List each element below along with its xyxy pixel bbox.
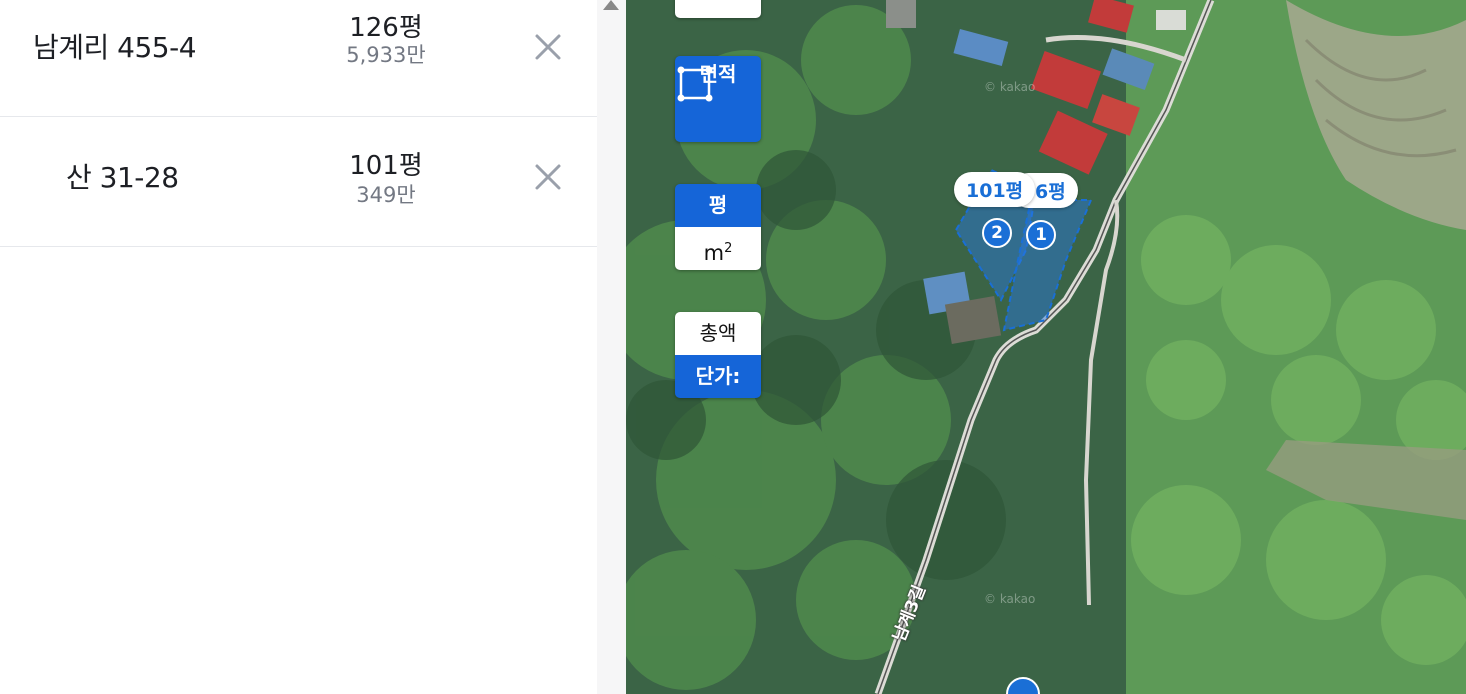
remove-item-button[interactable] <box>528 157 568 197</box>
area-measure-icon <box>677 66 713 102</box>
parcel-list-panel: 남계리 455-4 126평 5,933만 산 31-28 101평 349만 <box>0 0 597 694</box>
parcel-price: 5,933만 <box>346 43 426 67</box>
parcel-address: 남계리 455-4 <box>33 31 197 64</box>
parcel-area-label[interactable]: 101평 <box>954 172 1036 207</box>
satellite-map[interactable]: © kakao © kakao 6평 101평 2 1 남계3길 면적 평 m2… <box>626 0 1466 694</box>
area-measure-button[interactable]: 면적 <box>675 56 761 142</box>
unit-pyeong-button[interactable]: 평 <box>675 184 761 227</box>
parcel-number-marker[interactable]: 1 <box>1026 220 1056 250</box>
unit-toggle[interactable]: 평 m2 <box>675 184 761 270</box>
map-watermark: © kakao <box>984 80 1036 94</box>
unit-sqm-label: m <box>703 241 725 265</box>
unit-sqm-superscript: 2 <box>724 241 733 256</box>
list-item[interactable]: 산 31-28 101평 349만 <box>0 117 597 247</box>
remove-item-button[interactable] <box>528 27 568 67</box>
parcel-price: 349만 <box>356 183 416 207</box>
close-icon <box>535 34 561 60</box>
scroll-up-arrow-icon[interactable] <box>603 0 619 10</box>
parcel-number-marker[interactable]: 2 <box>982 218 1012 248</box>
unit-sqm-button[interactable]: m2 <box>675 227 761 270</box>
unit-price-button[interactable]: 단가: <box>675 355 761 398</box>
parcel-area: 101평 <box>349 151 423 181</box>
total-price-button[interactable]: 총액 <box>675 312 761 355</box>
price-mode-toggle[interactable]: 총액 단가: <box>675 312 761 398</box>
map-watermark: © kakao <box>984 592 1036 606</box>
list-item[interactable]: 남계리 455-4 126평 5,933만 <box>0 0 597 117</box>
close-icon <box>535 164 561 190</box>
scrollbar[interactable] <box>597 0 626 694</box>
map-control-button[interactable] <box>675 0 761 18</box>
parcel-address: 산 31-28 <box>66 161 179 194</box>
